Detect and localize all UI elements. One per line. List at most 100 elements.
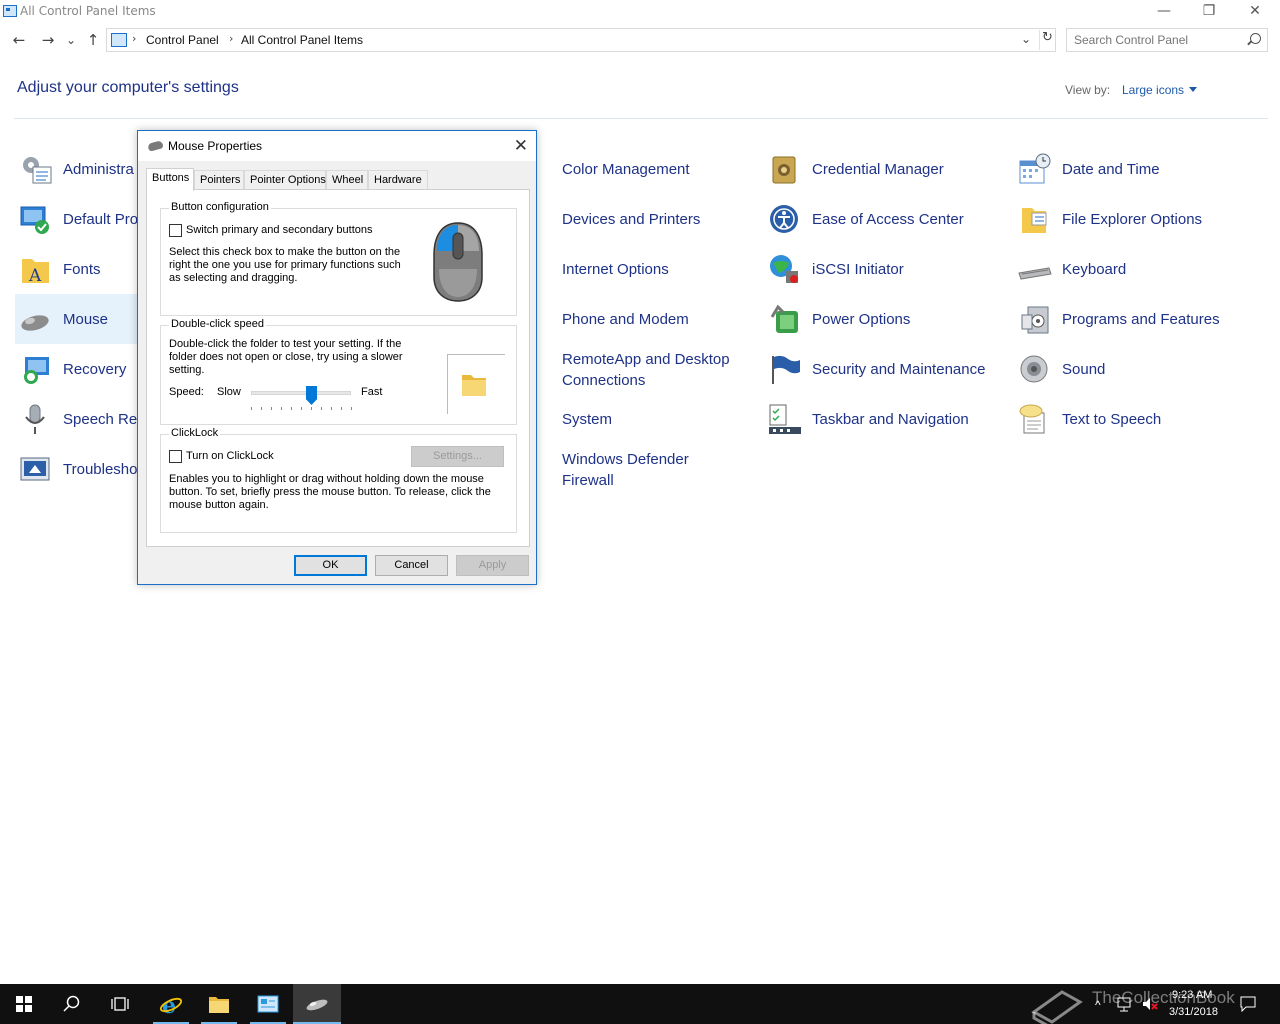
slider-tick (291, 407, 292, 410)
group-title: ClickLock (169, 427, 221, 439)
cp-item-label[interactable]: File Explorer Options (1062, 209, 1202, 230)
checkbox-label[interactable]: Turn on ClickLock (186, 450, 274, 463)
caret-down-icon[interactable] (1189, 87, 1198, 92)
clicklock-group: ClickLock Turn on ClickLock Settings... … (160, 427, 517, 533)
folder-options-icon (1022, 208, 1047, 233)
cp-item-label[interactable]: Fonts (63, 259, 101, 280)
cp-item-label[interactable]: Security and Maintenance (812, 359, 985, 380)
cp-item-label[interactable]: Sound (1062, 359, 1105, 380)
view-by-dropdown[interactable]: Large icons (1122, 83, 1198, 97)
mouse-illustration-icon (433, 222, 483, 302)
cp-item-label-line[interactable]: Firewall (562, 472, 614, 489)
cp-item-label[interactable]: iSCSI Initiator (812, 259, 904, 280)
recent-locations-button[interactable]: ⌄ (61, 30, 81, 50)
search-taskbar-button[interactable] (48, 984, 96, 1024)
cp-item-label[interactable]: Programs and Features (1062, 309, 1220, 330)
description-line: as selecting and dragging. (169, 272, 298, 284)
checkbox-label[interactable]: Switch primary and secondary buttons (186, 224, 372, 237)
breadcrumb-separator[interactable]: › (132, 32, 136, 45)
minimize-button[interactable]: — (1141, 0, 1187, 24)
close-button[interactable]: ✕ (1232, 0, 1278, 24)
tab-hardware[interactable]: Hardware (368, 170, 428, 190)
ok-button[interactable]: OK (294, 555, 367, 576)
up-button[interactable]: ↑ (82, 30, 104, 50)
cp-item-label[interactable]: Date and Time (1062, 159, 1160, 180)
search-input[interactable] (1074, 33, 1244, 47)
breadcrumb-all-items[interactable]: All Control Panel Items (241, 33, 363, 47)
breadcrumb-separator[interactable]: › (229, 32, 233, 45)
description-line: mouse button again. (169, 499, 269, 511)
refresh-icon[interactable]: ↻ (1039, 30, 1055, 50)
credential-manager-icon (772, 156, 796, 184)
apply-button[interactable]: Apply (456, 555, 529, 576)
cp-item-label-line[interactable]: Connections (562, 372, 645, 389)
switch-buttons-checkbox[interactable] (169, 224, 182, 237)
mouse-properties-taskbar[interactable] (293, 984, 341, 1024)
tab-pointers[interactable]: Pointers (194, 170, 244, 190)
search-icon[interactable] (1250, 33, 1261, 44)
cancel-button[interactable]: Cancel (375, 555, 448, 576)
cp-item-label[interactable]: Speech Rec (63, 409, 145, 430)
folder-icon[interactable] (208, 994, 230, 1014)
internet-explorer-icon[interactable]: e (159, 992, 183, 1016)
slider-tick (341, 407, 342, 410)
cp-item-label[interactable]: Taskbar and Navigation (812, 409, 969, 430)
speed-slider-thumb[interactable] (306, 386, 317, 405)
address-bar[interactable]: › Control Panel › All Control Panel Item… (106, 28, 1056, 52)
internet-explorer-taskbar[interactable]: e (147, 984, 195, 1024)
cp-item-label[interactable]: Windows Defender Firewall (562, 449, 689, 491)
breadcrumb-control-panel[interactable]: Control Panel (146, 33, 219, 47)
dialog-close-button[interactable]: ✕ (514, 136, 528, 156)
start-button[interactable] (0, 984, 48, 1024)
cp-item-label[interactable]: Default Pro (63, 209, 138, 230)
back-button[interactable]: ← (8, 30, 30, 50)
forward-button[interactable]: → (37, 30, 59, 50)
tab-pointer-options[interactable]: Pointer Options (244, 170, 326, 190)
calendar-clock-icon (1019, 153, 1051, 184)
slider-tick (321, 407, 322, 410)
restore-button[interactable]: ❐ (1186, 0, 1232, 24)
search-icon[interactable] (63, 995, 81, 1013)
mouse-icon[interactable] (305, 996, 329, 1012)
cp-item-label[interactable]: Power Options (812, 309, 910, 330)
test-folder-area[interactable] (447, 354, 505, 414)
task-view-icon[interactable] (111, 996, 129, 1012)
taskbar-icon (769, 404, 801, 434)
cp-item-label[interactable]: RemoteApp and Desktop Connections (562, 349, 730, 391)
cp-item-label[interactable]: System (562, 409, 612, 430)
task-view-button[interactable] (96, 984, 144, 1024)
chevron-down-icon[interactable]: ⌄ (1021, 32, 1031, 46)
cp-item-label[interactable]: Credential Manager (812, 159, 944, 180)
speaker-icon (1020, 355, 1048, 383)
cp-item-label[interactable]: Internet Options (562, 259, 669, 280)
clicklock-settings-button[interactable]: Settings... (411, 446, 504, 467)
action-center-icon[interactable] (1240, 996, 1256, 1012)
cp-item-label[interactable]: Ease of Access Center (812, 209, 964, 230)
cp-item-label[interactable]: Color Management (562, 159, 690, 180)
description-line: Select this check box to make the button… (169, 246, 401, 258)
cp-item-label[interactable]: Recovery (63, 359, 126, 380)
slider-tick (301, 407, 302, 410)
cp-item-label[interactable]: Troublesho (63, 459, 138, 480)
view-by-value[interactable]: Large icons (1122, 83, 1184, 97)
cp-item-label[interactable]: Devices and Printers (562, 209, 700, 230)
cp-item-label[interactable]: Keyboard (1062, 259, 1126, 280)
control-panel-icon[interactable] (257, 994, 279, 1014)
cp-item-label-line[interactable]: Windows Defender (562, 451, 689, 468)
windows-logo-icon[interactable] (16, 996, 32, 1012)
control-panel-taskbar[interactable] (244, 984, 292, 1024)
clicklock-checkbox[interactable] (169, 450, 182, 463)
tab-wheel[interactable]: Wheel (326, 170, 368, 190)
cp-item-label[interactable]: Phone and Modem (562, 309, 689, 330)
cp-item-label[interactable]: Text to Speech (1062, 409, 1161, 430)
cp-item-label[interactable]: Mouse (63, 309, 108, 330)
cp-item-label-line[interactable]: RemoteApp and Desktop (562, 351, 730, 368)
tab-buttons[interactable]: Buttons (146, 168, 194, 191)
cp-item-label[interactable]: Administra (63, 159, 134, 180)
folder-icon[interactable] (460, 369, 490, 399)
speed-slider-track[interactable] (251, 391, 351, 395)
group-title: Double-click speed (169, 318, 266, 330)
file-explorer-taskbar[interactable] (195, 984, 243, 1024)
search-box[interactable] (1066, 28, 1268, 52)
description-line: setting. (169, 364, 205, 376)
